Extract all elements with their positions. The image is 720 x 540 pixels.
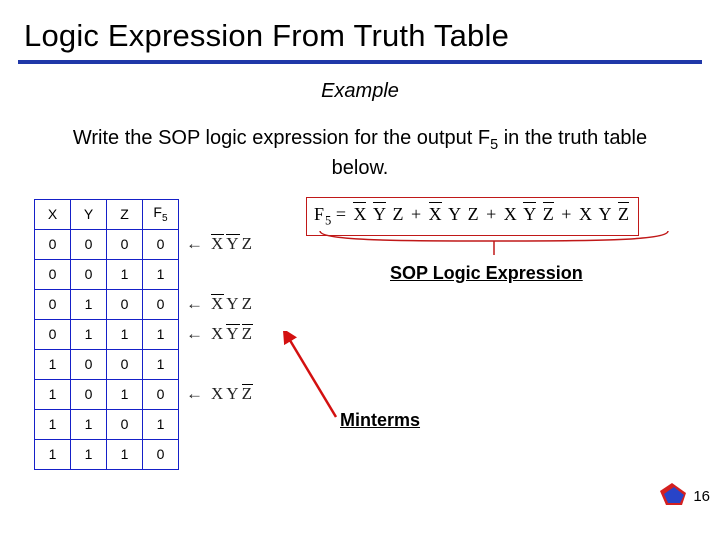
- table-cell: 0: [107, 289, 143, 319]
- page-number: 16: [693, 488, 710, 505]
- minterm-row: ← XYZ: [186, 229, 254, 259]
- left-arrow-icon: ←: [186, 294, 204, 314]
- table-cell: 1: [107, 439, 143, 469]
- table-cell: 0: [71, 229, 107, 259]
- page-title: Logic Expression From Truth Table: [0, 0, 720, 58]
- table-row: 1110: [35, 439, 179, 469]
- table-row: 0100: [35, 289, 179, 319]
- minterm-column: ←XYZ←XYZ←XYZ←XYZ: [186, 229, 254, 439]
- sop-expression-label: SOP Logic Expression: [390, 263, 583, 284]
- table-cell: 1: [35, 379, 71, 409]
- sop-term: X Y Z: [352, 204, 404, 224]
- table-cell: 0: [107, 409, 143, 439]
- sop-term: X Y Z: [503, 204, 555, 224]
- table-cell: 1: [143, 259, 179, 289]
- table-row: 1101: [35, 409, 179, 439]
- table-cell: 0: [143, 379, 179, 409]
- table-cell: 1: [107, 379, 143, 409]
- minterm-var: Y: [225, 384, 240, 404]
- col-y: Y: [71, 199, 107, 229]
- minterm-row: ← XYZ: [186, 319, 254, 349]
- table-header-row: X Y Z F5: [35, 199, 179, 229]
- minterm-var: Z: [241, 294, 254, 314]
- table-cell: 0: [143, 229, 179, 259]
- table-cell: 0: [71, 259, 107, 289]
- table-cell: 0: [107, 349, 143, 379]
- arrow-icon: [280, 331, 348, 423]
- table-cell: 0: [71, 379, 107, 409]
- table-cell: 0: [143, 289, 179, 319]
- sop-term: X Y Z: [578, 204, 630, 224]
- minterm-row: ← XYZ: [186, 289, 254, 319]
- minterm-var: X: [210, 384, 225, 404]
- table-cell: 0: [35, 259, 71, 289]
- prompt-before: Write the SOP logic expression for the o…: [73, 127, 490, 149]
- table-cell: 1: [35, 439, 71, 469]
- minterm-row: [186, 349, 254, 379]
- truth-table: X Y Z F5 0000001101000111100110101101111…: [34, 199, 179, 470]
- table-cell: 1: [71, 319, 107, 349]
- title-divider: [18, 60, 702, 64]
- main-area: X Y Z F5 0000001101000111100110101101111…: [0, 199, 720, 519]
- example-label: Example: [0, 80, 720, 103]
- table-cell: 1: [71, 439, 107, 469]
- minterm-var: X: [210, 324, 225, 344]
- table-cell: 0: [107, 229, 143, 259]
- table-row: 0000: [35, 229, 179, 259]
- minterm-var: X: [210, 234, 225, 254]
- prompt-text: Write the SOP logic expression for the o…: [48, 125, 672, 181]
- table-cell: 1: [71, 409, 107, 439]
- minterm-row: [186, 409, 254, 439]
- minterm-var: Z: [241, 234, 254, 254]
- pltw-logo-icon: [658, 481, 688, 509]
- minterm-var: Y: [225, 234, 240, 254]
- minterm-var: Z: [241, 324, 254, 344]
- table-cell: 0: [35, 229, 71, 259]
- table-cell: 1: [35, 409, 71, 439]
- table-cell: 0: [35, 289, 71, 319]
- col-f5: F5: [143, 199, 179, 229]
- table-cell: 1: [143, 409, 179, 439]
- table-cell: 0: [35, 319, 71, 349]
- table-cell: 1: [143, 319, 179, 349]
- minterm-row: [186, 259, 254, 289]
- table-cell: 1: [35, 349, 71, 379]
- minterm-var: X: [210, 294, 225, 314]
- table-cell: 1: [143, 349, 179, 379]
- table-cell: 1: [107, 319, 143, 349]
- table-row: 0111: [35, 319, 179, 349]
- prompt-sub: 5: [490, 137, 498, 153]
- left-arrow-icon: ←: [186, 384, 204, 404]
- brace-icon: [316, 229, 686, 261]
- minterm-row: ← XYZ: [186, 379, 254, 409]
- table-row: 0011: [35, 259, 179, 289]
- table-cell: 0: [143, 439, 179, 469]
- sop-term: X Y Z: [428, 204, 480, 224]
- table-row: 1010: [35, 379, 179, 409]
- table-cell: 1: [107, 259, 143, 289]
- left-arrow-icon: ←: [186, 234, 204, 254]
- col-x: X: [35, 199, 71, 229]
- table-cell: 1: [71, 289, 107, 319]
- col-z: Z: [107, 199, 143, 229]
- table-row: 1001: [35, 349, 179, 379]
- minterms-label: Minterms: [340, 410, 420, 431]
- minterm-var: Z: [241, 384, 254, 404]
- left-arrow-icon: ←: [186, 324, 204, 344]
- table-cell: 0: [71, 349, 107, 379]
- minterm-var: Y: [225, 324, 240, 344]
- minterm-var: Y: [225, 294, 240, 314]
